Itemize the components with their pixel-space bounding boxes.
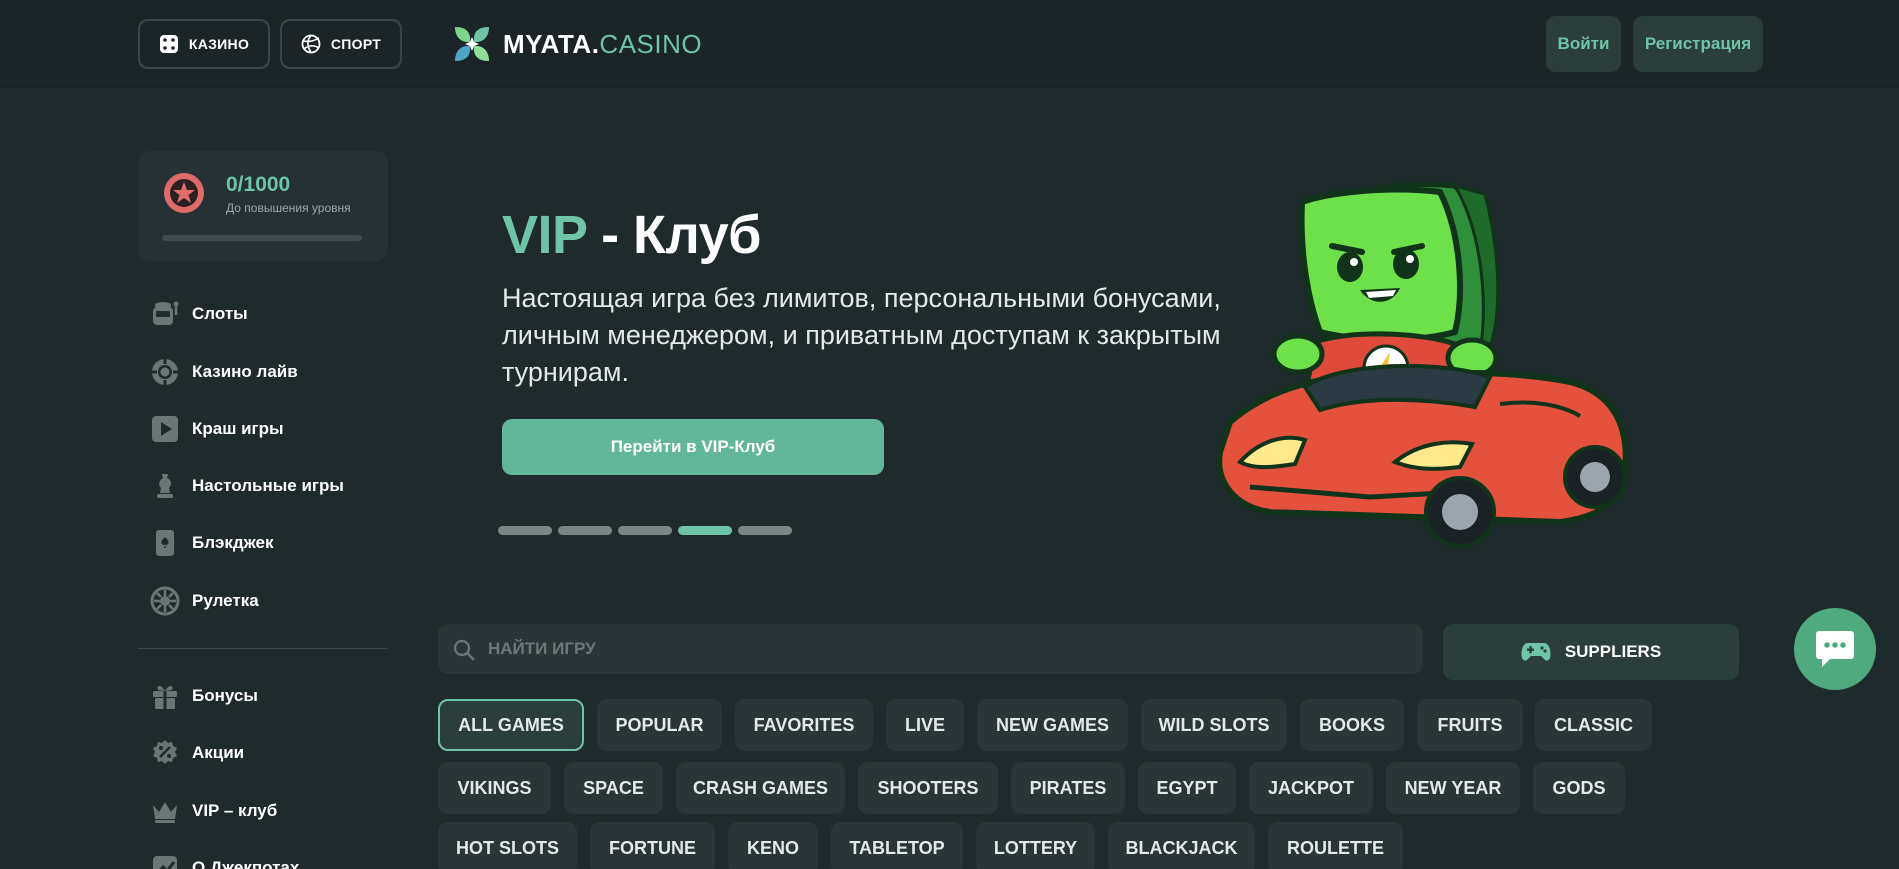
sidebar-item-slots[interactable]: Слоты <box>150 294 390 334</box>
game-search-bar[interactable] <box>438 624 1423 674</box>
sidebar-item-jackpots[interactable]: О Джекпотах <box>150 848 390 869</box>
chess-icon <box>150 471 180 501</box>
gift-icon <box>150 681 180 711</box>
category-new-year[interactable]: NEW YEAR <box>1386 762 1520 814</box>
casino-chip-icon <box>150 357 180 387</box>
category-gods[interactable]: GODS <box>1533 762 1625 814</box>
category-blackjack[interactable]: BLACKJACK <box>1108 822 1255 869</box>
category-egypt[interactable]: EGYPT <box>1138 762 1236 814</box>
sport-mode-button[interactable]: СПОРТ <box>280 19 402 69</box>
play-icon <box>150 414 180 444</box>
category-fortune[interactable]: FORTUNE <box>590 822 715 869</box>
vip-level-card[interactable]: 0/1000 До повышения уровня <box>138 151 388 261</box>
mint-leaf-logo-icon <box>455 27 489 61</box>
sidebar-item-blackjack[interactable]: Блэкджек <box>150 523 390 563</box>
search-icon <box>453 639 475 661</box>
category-favorites[interactable]: FAVORITES <box>735 699 873 751</box>
sidebar-item-label: Блэкджек <box>192 533 274 552</box>
sidebar-item-promotions[interactable]: Акции <box>150 733 390 773</box>
chat-bubble-icon <box>1816 631 1854 667</box>
slider-dot[interactable] <box>678 526 732 535</box>
volleyball-icon <box>301 34 321 54</box>
dice-icon <box>159 35 178 53</box>
register-button[interactable]: Регистрация <box>1633 16 1763 72</box>
login-button[interactable]: Войти <box>1546 16 1621 72</box>
chart-icon <box>150 853 180 869</box>
category-crash-games[interactable]: CRASH GAMES <box>676 762 845 814</box>
suppliers-label: SUPPLIERS <box>1564 642 1662 661</box>
slider-dot[interactable] <box>558 526 612 535</box>
slider-dot[interactable] <box>738 526 792 535</box>
top-header: КАЗИНО СПОРТ MYATA.CASINO Войти Регистра… <box>0 0 1899 88</box>
hero-title-rest: - Клуб <box>586 205 761 265</box>
card-icon <box>150 528 180 558</box>
sidebar-item-live-casino[interactable]: Казино лайв <box>150 352 390 392</box>
sidebar-divider <box>138 648 388 649</box>
logo-text-bold: MYATA. <box>503 28 600 59</box>
category-tabletop[interactable]: TABLETOP <box>831 822 963 869</box>
vip-mascot-car-illustration <box>1216 182 1629 548</box>
slot-machine-icon <box>150 299 180 329</box>
crown-icon <box>150 796 180 826</box>
sidebar-item-roulette[interactable]: Рулетка <box>150 581 390 621</box>
hero-title-vip: VIP <box>502 205 587 265</box>
category-classic[interactable]: CLASSIC <box>1535 699 1652 751</box>
category-lottery[interactable]: LOTTERY <box>976 822 1095 869</box>
level-points: 0/1000 <box>226 173 291 196</box>
casino-mode-label: КАЗИНО <box>188 36 250 52</box>
discount-icon <box>150 738 180 768</box>
sidebar-item-vip-club[interactable]: VIP – клуб <box>150 791 390 831</box>
category-shooters[interactable]: SHOOTERS <box>858 762 998 814</box>
category-new-games[interactable]: NEW GAMES <box>977 699 1128 751</box>
category-all-games[interactable]: ALL GAMES <box>438 699 584 751</box>
category-fruits[interactable]: FRUITS <box>1417 699 1523 751</box>
search-input[interactable] <box>488 624 1388 674</box>
sidebar-item-label: Краш игры <box>192 419 284 438</box>
category-wild-slots[interactable]: WILD SLOTS <box>1141 699 1287 751</box>
sidebar-item-crash-games[interactable]: Краш игры <box>150 409 390 449</box>
sidebar-item-label: О Джекпотах <box>192 858 300 869</box>
star-badge-icon <box>164 173 204 213</box>
hero-description: Настоящая игра без лимитов, персональным… <box>502 283 1221 387</box>
sidebar-item-table-games[interactable]: Настольные игры <box>150 466 390 506</box>
sidebar-item-label: Акции <box>192 743 245 762</box>
logo-text: MYATA.CASINO <box>503 29 702 60</box>
sport-mode-label: СПОРТ <box>330 36 382 52</box>
category-jackpot[interactable]: JACKPOT <box>1249 762 1373 814</box>
support-chat-button[interactable] <box>1794 608 1876 690</box>
sidebar-item-label: Настольные игры <box>192 476 344 495</box>
category-roulette[interactable]: ROULETTE <box>1268 822 1403 869</box>
slider-dot[interactable] <box>618 526 672 535</box>
category-space[interactable]: SPACE <box>564 762 663 814</box>
category-popular[interactable]: POPULAR <box>597 699 722 751</box>
hero-title: VIP - Клуб <box>502 204 762 266</box>
category-live[interactable]: LIVE <box>886 699 964 751</box>
sidebar-item-bonuses[interactable]: Бонусы <box>150 676 390 716</box>
slider-dot[interactable] <box>498 526 552 535</box>
sidebar-item-label: Слоты <box>192 304 248 323</box>
suppliers-button[interactable]: SUPPLIERS <box>1443 624 1739 680</box>
sidebar-item-label: Казино лайв <box>192 362 298 381</box>
category-keno[interactable]: KENO <box>728 822 818 869</box>
level-subtitle: До повышения уровня <box>226 201 351 215</box>
category-vikings[interactable]: VIKINGS <box>438 762 551 814</box>
category-pirates[interactable]: PIRATES <box>1011 762 1125 814</box>
sidebar-item-label: Рулетка <box>192 591 259 610</box>
site-logo[interactable]: MYATA.CASINO <box>451 22 702 66</box>
roulette-icon <box>150 586 180 616</box>
sidebar-item-label: VIP – клуб <box>192 801 278 820</box>
sidebar-item-label: Бонусы <box>192 686 258 705</box>
category-books[interactable]: BOOKS <box>1300 699 1404 751</box>
level-progress-bar <box>162 235 362 241</box>
slider-pagination <box>498 526 792 535</box>
category-hot-slots[interactable]: HOT SLOTS <box>438 822 577 869</box>
gamepad-icon <box>1521 643 1551 661</box>
logo-text-light: CASINO <box>599 28 703 59</box>
vip-club-cta-button[interactable]: Перейти в VIP-Клуб <box>502 419 884 475</box>
casino-mode-button[interactable]: КАЗИНО <box>138 19 270 69</box>
